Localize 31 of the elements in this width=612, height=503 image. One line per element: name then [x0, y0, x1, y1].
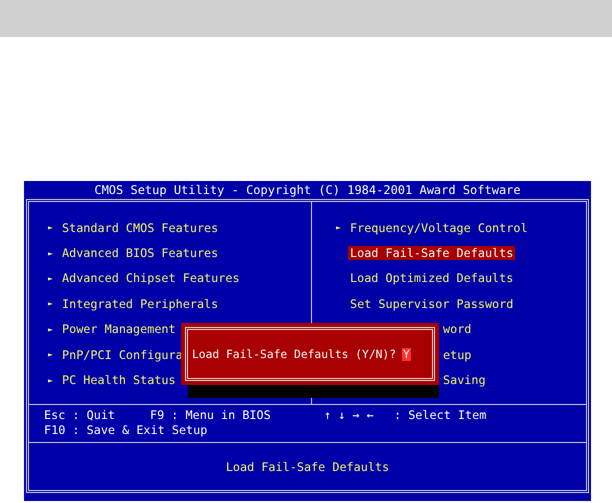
menu-item[interactable]: Power Management — [60, 322, 178, 336]
menu-item[interactable]: Frequency/Voltage Control — [348, 220, 530, 235]
menu-item[interactable]: Load Fail-Safe Defaults — [348, 246, 516, 260]
menu-item[interactable]: etup — [443, 348, 472, 362]
arrow-icon: ► — [48, 274, 60, 283]
arrow-icon: ► — [336, 223, 348, 232]
answer-field[interactable]: Y — [402, 348, 411, 360]
key-hint: : Select Item — [394, 408, 486, 423]
status-text: Load Fail-Safe Defaults — [226, 460, 390, 474]
window-title: CMOS Setup Utility - Copyright (C) 1984-2001 Award Software — [93, 182, 522, 199]
menu-item[interactable]: Set Supervisor Password — [348, 296, 516, 311]
key-hint: ↑ ↓ → ← — [324, 408, 375, 423]
menu-item[interactable]: Standard CMOS Features — [60, 220, 220, 235]
menu-item[interactable]: Saving — [443, 373, 486, 388]
menu-item[interactable]: Integrated Peripherals — [60, 296, 220, 311]
menu-item[interactable]: PnP/PCI Configura — [60, 348, 185, 362]
arrow-icon: ► — [48, 248, 60, 258]
menu-item[interactable]: Load Optimized Defaults — [348, 271, 516, 286]
arrow-icon: ► — [48, 350, 60, 360]
menu-item[interactable]: Advanced Chipset Features — [60, 271, 242, 286]
dialog-prompt: Load Fail-Safe Defaults (Y/N)? — [192, 348, 396, 360]
arrow-icon: ► — [48, 376, 60, 385]
menu-item[interactable]: Advanced BIOS Features — [60, 246, 220, 260]
key-hint: F9 : Menu in BIOS — [150, 408, 272, 423]
key-hint: F10 : Save & Exit Setup — [44, 423, 208, 438]
menu-item[interactable]: PC Health Status — [60, 373, 178, 388]
menu-item[interactable]: word — [443, 322, 472, 336]
arrow-icon: ► — [48, 324, 60, 334]
arrow-icon: ► — [48, 299, 60, 308]
key-hint: Esc : Quit — [44, 408, 116, 423]
arrow-icon: ► — [48, 223, 60, 232]
